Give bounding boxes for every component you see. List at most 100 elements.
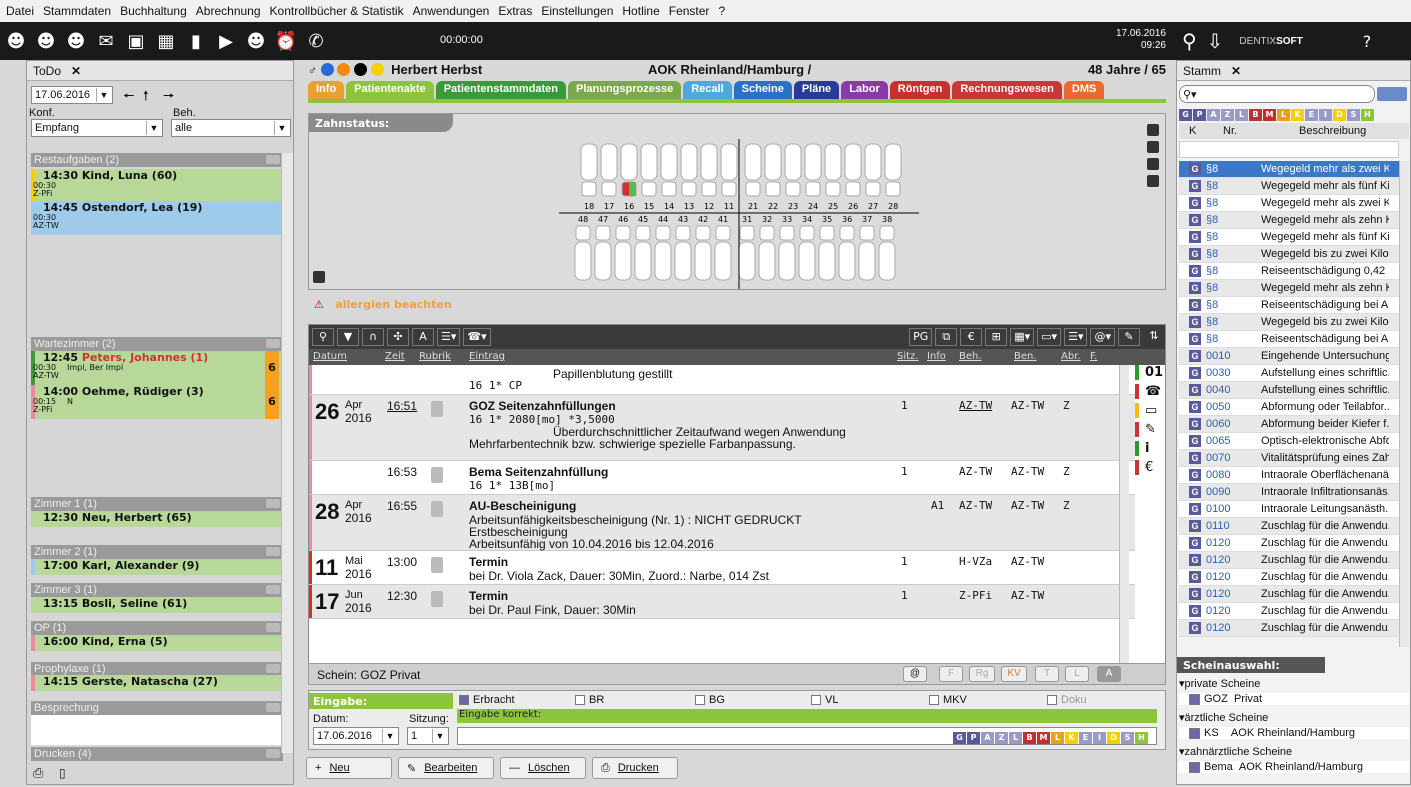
print-icon[interactable]: ⎙ — [33, 766, 43, 781]
schein-goz[interactable]: GOZ Privat — [1179, 693, 1409, 705]
filter-letter-button[interactable]: E — [1305, 109, 1318, 121]
upper-tooth[interactable] — [620, 143, 638, 181]
collapse-icon[interactable] — [266, 703, 280, 712]
menu-item[interactable]: Abrechnung — [196, 4, 261, 18]
tooth-icon[interactable]: ✣ — [387, 328, 409, 346]
schein-bema[interactable]: Bema AOK Rheinland/Hamburg — [1179, 761, 1409, 773]
stamm-scrollbar[interactable] — [1399, 161, 1409, 647]
collapse-icon[interactable] — [266, 623, 280, 632]
upper-tooth[interactable] — [700, 143, 718, 181]
entries-scrollbar[interactable] — [1119, 365, 1129, 673]
checkbox[interactable] — [1189, 761, 1200, 773]
lower-tooth[interactable] — [694, 241, 712, 281]
schein-rg-button[interactable]: Rg — [969, 666, 995, 682]
tab-dms[interactable]: DMS — [1063, 81, 1105, 99]
menu-item[interactable]: Einstellungen — [541, 4, 613, 18]
upper-tooth-crown[interactable] — [785, 181, 801, 197]
filter-letter-button[interactable]: I — [1093, 732, 1106, 744]
tab-patientenstammdaten[interactable]: Patientenstammdaten — [435, 81, 567, 99]
col-k[interactable]: K — [1189, 125, 1196, 137]
filter-letter-button[interactable]: E — [1079, 732, 1092, 744]
lower-tooth-crown[interactable] — [779, 225, 795, 241]
chevron-down-icon[interactable]: ▼ — [432, 729, 447, 743]
lower-tooth[interactable] — [858, 241, 876, 281]
collapse-icon[interactable] — [266, 339, 280, 348]
lower-tooth[interactable] — [738, 241, 756, 281]
filter-letter-button[interactable]: D — [1107, 732, 1120, 744]
upper-tooth[interactable] — [640, 143, 658, 181]
menu-item[interactable]: Datei — [6, 4, 34, 18]
stamm-row[interactable]: G §8 Wegegeld mehr als zwei Kil... — [1179, 195, 1409, 212]
todo-group-header[interactable]: Drucken (4) — [31, 747, 283, 761]
lower-tooth-crown[interactable] — [655, 225, 671, 241]
todo-appointment[interactable]: 16:00 Kind, Erna (5) — [31, 635, 283, 651]
lower-tooth[interactable] — [714, 241, 732, 281]
chevron-down-icon[interactable]: ▼ — [96, 88, 111, 102]
aerztliche-scheine-header[interactable]: ▾ärztliche Scheine — [1179, 711, 1409, 724]
todo-group-header[interactable]: OP (1) — [31, 621, 283, 635]
help-icon[interactable]: ? — [1363, 32, 1372, 51]
text-icon[interactable]: A — [412, 328, 434, 346]
upper-tooth[interactable] — [824, 143, 842, 181]
upper-tooth-crown[interactable] — [641, 181, 657, 197]
lower-tooth-crown[interactable] — [715, 225, 731, 241]
upper-tooth[interactable] — [580, 143, 598, 181]
print-button[interactable]: ⎙ Drucken — [592, 757, 678, 779]
eingabe-checkbox[interactable]: MKV — [929, 694, 967, 706]
todo-appointment[interactable]: 17:00 Karl, Alexander (9) — [31, 559, 283, 575]
filter-letter-button[interactable]: L — [1009, 732, 1022, 744]
filter-letter-button[interactable]: H — [1361, 109, 1374, 121]
lower-tooth-crown[interactable] — [879, 225, 895, 241]
filter-letter-button[interactable]: S — [1347, 109, 1360, 121]
delete-button[interactable]: — Löschen — [500, 757, 586, 779]
lower-tooth-crown[interactable] — [615, 225, 631, 241]
menu-item[interactable]: Stammdaten — [43, 4, 111, 18]
todo-appointment[interactable]: 14:45 Ostendorf, Lea (19) 00:30 AZ-TW — [31, 201, 283, 235]
comment-icon[interactable]: ✎ — [1118, 328, 1140, 346]
stamm-row[interactable]: G 0050 Abformung oder Teilabfor... — [1179, 399, 1409, 416]
upper-tooth-crown[interactable] — [825, 181, 841, 197]
lower-tooth[interactable] — [654, 241, 672, 281]
menu-item[interactable]: Kontrollbücher & Statistik — [270, 4, 404, 18]
todo-appointment[interactable]: 14:15 Gerste, Natascha (27) — [31, 675, 283, 691]
todo-date-field[interactable]: 17.06.2016 ▼ — [31, 86, 113, 104]
stamm-row[interactable]: G 0080 Intraorale Oberflächenanä... — [1179, 467, 1409, 484]
eingabe-checkbox[interactable]: BG — [695, 694, 725, 706]
filter-letter-button[interactable]: M — [1263, 109, 1276, 121]
entry-row[interactable]: 17 Jun 2016 12:30 Termin bei Dr. Paul Fink, D… — [309, 585, 1135, 619]
menu-item[interactable]: Fenster — [669, 4, 710, 18]
filter-letter-button[interactable]: Z — [1221, 109, 1234, 121]
stamm-row[interactable]: G §8 Wegegeld bis zu zwei Kilom... — [1179, 246, 1409, 263]
save-icon[interactable] — [1147, 175, 1159, 187]
todo-appointment[interactable]: 12:30 Neu, Herbert (65) — [31, 511, 283, 527]
sort-icon[interactable]: ⇅ — [1143, 328, 1165, 346]
add-patient-icon[interactable]: ☻ — [32, 31, 60, 52]
filter-letter-button[interactable]: A — [981, 732, 994, 744]
lower-tooth-crown[interactable] — [799, 225, 815, 241]
collapse-icon[interactable] — [266, 749, 280, 758]
stamm-row[interactable]: G §8 Wegegeld mehr als fünf Kil... — [1179, 229, 1409, 246]
stamm-row[interactable]: G §8 Wegegeld mehr als fünf Kil... — [1179, 178, 1409, 195]
lower-tooth-crown[interactable] — [739, 225, 755, 241]
lower-tooth-crown[interactable] — [759, 225, 775, 241]
collapse-icon[interactable] — [266, 499, 280, 508]
filter-letter-button[interactable]: G — [953, 732, 966, 744]
stamm-row[interactable]: G 0030 Aufstellung eines schriftlic... — [1179, 365, 1409, 382]
filter-letter-button[interactable]: S — [1121, 732, 1134, 744]
todo-group-header[interactable]: Zimmer 1 (1) — [31, 497, 283, 511]
mail-icon[interactable]: ✉ — [92, 31, 120, 52]
chevron-down-icon[interactable]: ▼ — [382, 729, 397, 743]
stamm-filter-input[interactable] — [1179, 141, 1399, 158]
lock-icon[interactable] — [1147, 158, 1159, 170]
menu-item[interactable]: Anwendungen — [413, 4, 490, 18]
todo-group-header[interactable]: Restaufgaben (2) — [31, 153, 283, 167]
konf-select[interactable]: Empfang ▼ — [31, 119, 163, 137]
schein-t-button[interactable]: T — [1035, 666, 1059, 682]
upper-tooth[interactable] — [680, 143, 698, 181]
filter-letter-button[interactable]: P — [1193, 109, 1206, 121]
upper-tooth[interactable] — [720, 143, 738, 181]
stamm-row[interactable]: G 0065 Optisch-elektronische Abfo... — [1179, 433, 1409, 450]
hierarchy-icon[interactable]: ⊞ — [985, 328, 1008, 346]
schein-a-button[interactable]: A — [1097, 666, 1121, 682]
collapse-icon[interactable] — [266, 664, 280, 673]
